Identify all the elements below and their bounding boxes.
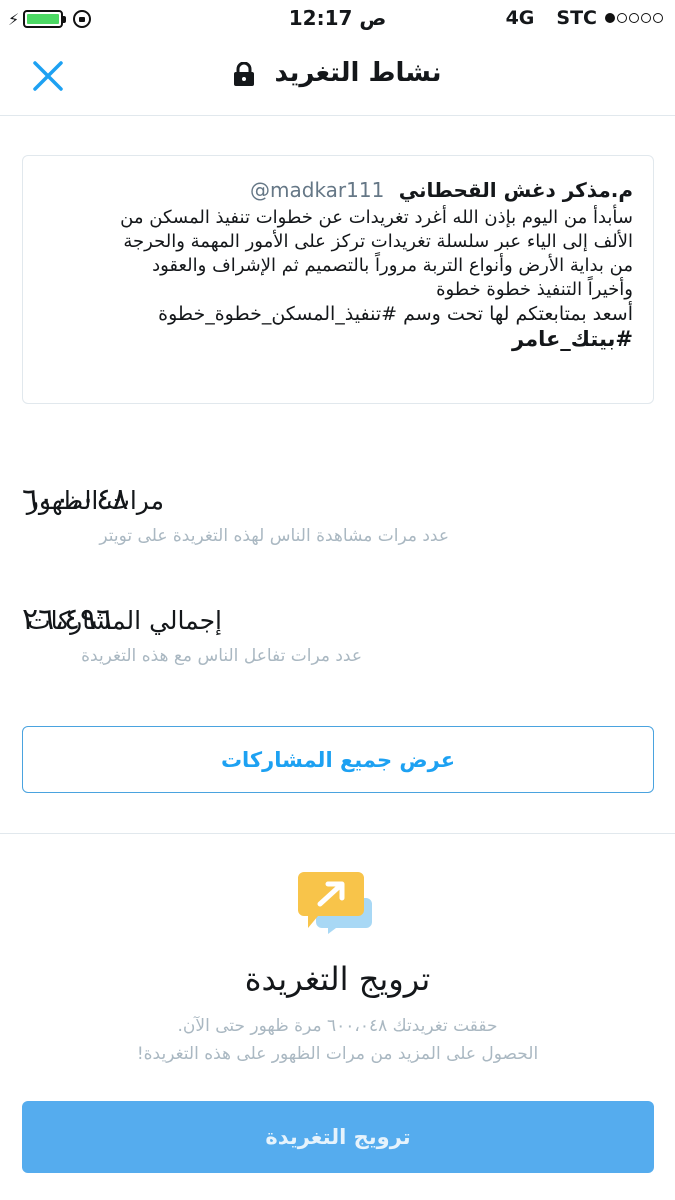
engagements-description: عدد مرات تفاعل الناس مع هذه التغريدة <box>81 646 362 666</box>
page-title: نشاط التغريد <box>274 58 442 88</box>
tweet-text-line: وأخيراً التنفيذ خطوة خطوة <box>436 279 633 300</box>
signal-icon <box>605 13 663 23</box>
promote-icon <box>298 872 372 934</box>
divider <box>0 833 675 834</box>
tweet-handle: @madkar111 <box>250 178 385 202</box>
tweet-hashtag[interactable]: #بيتك_عامر <box>43 326 633 353</box>
tweet-header: م.مذكر دغش القحطاني @madkar111 <box>43 176 633 204</box>
tweet-text-line: أسعد بمتابعتكم لها تحت وسم #تنفيذ_المسكن… <box>158 303 633 325</box>
network-type: 4G <box>505 7 535 29</box>
signal-dot <box>605 13 615 23</box>
signal-dot <box>629 13 639 23</box>
impressions-description: عدد مرات مشاهدة الناس لهذه التغريدة على … <box>99 526 449 546</box>
engagements-stat: ٢٦،٤٩٦ إجمالي المشاركات عدد مرات تفاعل ا… <box>22 602 654 676</box>
nav-title-wrap: نشاط التغريد <box>0 58 675 88</box>
carrier-name: STC <box>556 7 597 29</box>
signal-dot <box>617 13 627 23</box>
signal-dot <box>641 13 651 23</box>
lock-icon <box>234 61 255 86</box>
promo-title: ترويج التغريدة <box>244 960 431 998</box>
tweet-text-line: الألف إلى الياء عبر سلسلة تغريدات تركز ع… <box>123 231 633 252</box>
promo-line-1: حققت تغريدتك ٦٠٠،٠٤٨ مرة ظهور حتى الآن. <box>177 1016 498 1036</box>
view-all-engagements-button[interactable]: عرض جميع المشاركات <box>22 726 654 793</box>
impressions-stat: ٦٠٠،٠٤٨ مرات الظهور عدد مرات مشاهدة النا… <box>22 482 654 556</box>
promote-tweet-button[interactable]: ترويج التغريدة <box>22 1101 654 1173</box>
status-bar: ⚡ 12:17 ص 4G STC <box>0 0 675 38</box>
nav-bar: نشاط التغريد <box>0 38 675 116</box>
impressions-label: مرات الظهور <box>26 486 164 515</box>
tweet-author: م.مذكر دغش القحطاني <box>398 178 633 202</box>
status-right: 4G STC <box>506 7 663 29</box>
promo-line-2: الحصول على المزيد من مرات الظهور على هذه… <box>136 1044 539 1064</box>
tweet-text-line: من بداية الأرض وأنواع التربة مروراً بالت… <box>152 255 633 276</box>
engagements-label: إجمالي المشاركات <box>27 606 222 635</box>
tweet-text-line: سأبدأ من اليوم بإذن الله أغرد تغريدات عن… <box>120 207 633 228</box>
signal-dot <box>653 13 663 23</box>
tweet-card[interactable]: م.مذكر دغش القحطاني @madkar111 سأبدأ من … <box>22 155 654 404</box>
